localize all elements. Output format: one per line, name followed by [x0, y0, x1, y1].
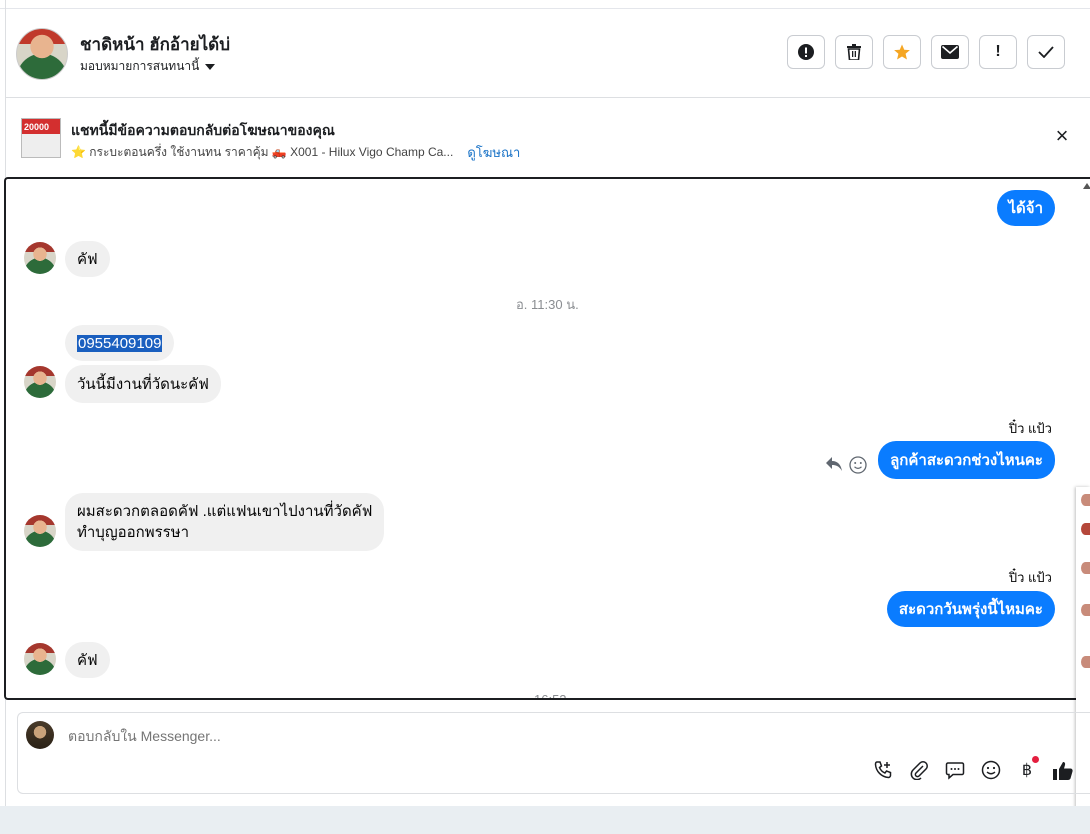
- report-icon: [798, 44, 814, 60]
- done-button[interactable]: [1027, 35, 1065, 69]
- ad-description: ⭐ กระบะตอนครึ่ง ใช้งานทน ราคาคุ้ม 🛻 X001…: [71, 145, 454, 159]
- caret-down-icon: [205, 63, 216, 70]
- emoji-icon[interactable]: [980, 760, 1002, 782]
- contact-avatar[interactable]: [16, 28, 68, 80]
- contact-avatar-small[interactable]: [24, 242, 56, 274]
- ad-banner-subtitle: ⭐ กระบะตอนครึ่ง ใช้งานทน ราคาคุ้ม 🛻 X001…: [71, 142, 520, 163]
- message-thread[interactable]: ได้จ้า คัฟ อ. 11:30 น. 0955409109 วันนี้…: [4, 177, 1090, 700]
- timestamp: อ. 11:30 น.: [516, 297, 579, 312]
- mail-icon: [941, 45, 959, 59]
- message-text: ผมสะดวกตลอดคัฟ .แต่แฟนเขาไปงานที่วัดคัฟ: [77, 503, 373, 520]
- star-button[interactable]: [883, 35, 921, 69]
- message-text-selected: 0955409109: [77, 334, 163, 352]
- close-banner-button[interactable]: ×: [1052, 123, 1072, 148]
- trash-icon: [847, 44, 861, 60]
- message-bubble-incoming[interactable]: 0955409109: [65, 325, 175, 361]
- mini-avatar[interactable]: [1081, 656, 1090, 668]
- message-bubble-outgoing[interactable]: ได้จ้า: [996, 190, 1055, 226]
- message-bubble-incoming[interactable]: คัฟ: [65, 642, 110, 678]
- mini-avatar[interactable]: [1081, 523, 1090, 535]
- ad-thumbnail[interactable]: 20000: [21, 118, 61, 158]
- page-avatar: [26, 721, 54, 749]
- assign-conversation-dropdown[interactable]: มอบหมายการสนทนานี้: [80, 57, 216, 76]
- baht-payment-icon[interactable]: ฿: [1016, 756, 1039, 782]
- message-text: วันนี้มีงานที่วัดนะคัฟ: [77, 376, 209, 393]
- attachment-icon[interactable]: [908, 760, 930, 782]
- like-icon[interactable]: [1052, 760, 1074, 782]
- mini-avatar[interactable]: [1081, 604, 1090, 616]
- notification-dot: [1032, 756, 1039, 763]
- sender-name: ปิ๋ว แป้ว: [1008, 421, 1052, 436]
- scroll-up-arrow[interactable]: [1083, 183, 1090, 189]
- message-text: ลูกค้าสะดวกช่วงไหนคะ: [890, 452, 1043, 469]
- message-text: คัฟ: [77, 251, 98, 268]
- exclamation-icon: !: [995, 43, 1001, 60]
- top-divider: [0, 8, 1090, 9]
- call-icon[interactable]: [872, 760, 894, 782]
- react-emoji-icon[interactable]: [849, 456, 867, 479]
- timestamp: 16:52: [534, 692, 567, 700]
- close-icon: ×: [1055, 123, 1069, 148]
- message-text: สะดวกวันพรุ่งนี้ไหมคะ: [898, 601, 1043, 618]
- mark-unread-button[interactable]: [931, 35, 969, 69]
- message-bubble-outgoing[interactable]: ลูกค้าสะดวกช่วงไหนคะ: [878, 441, 1055, 479]
- contact-avatar-small[interactable]: [24, 515, 56, 547]
- mini-avatar[interactable]: [1081, 494, 1090, 506]
- assign-label: มอบหมายการสนทนานี้: [80, 59, 200, 73]
- header-divider: [6, 97, 1090, 98]
- message-bubble-incoming[interactable]: ผมสะดวกตลอดคัฟ .แต่แฟนเขาไปงานที่วัดคัฟ …: [65, 493, 385, 551]
- message-bubble-outgoing[interactable]: สะดวกวันพรุ่งนี้ไหมคะ: [886, 591, 1055, 627]
- message-text: คัฟ: [77, 652, 98, 669]
- delete-button[interactable]: [835, 35, 873, 69]
- report-button[interactable]: [787, 35, 825, 69]
- message-text: ได้จ้า: [1008, 200, 1044, 217]
- message-bubble-incoming[interactable]: คัฟ: [65, 241, 110, 277]
- star-icon: [894, 44, 910, 60]
- mini-avatar[interactable]: [1081, 562, 1090, 574]
- saved-reply-icon[interactable]: [944, 760, 966, 782]
- view-ad-link[interactable]: ดูโฆษณา: [467, 142, 520, 163]
- contact-name[interactable]: ชาดิหน้า ฮักอ้ายได้บ่: [80, 31, 230, 58]
- check-icon: [1038, 46, 1054, 58]
- sender-name: ปิ๋ว แป้ว: [1008, 570, 1052, 585]
- message-text-line2: ทำบุญออกพรรษา: [77, 524, 190, 541]
- contact-avatar-small[interactable]: [24, 366, 56, 398]
- bottom-bar: [0, 806, 1090, 834]
- flag-button[interactable]: !: [979, 35, 1017, 69]
- reply-input[interactable]: [66, 727, 770, 745]
- contact-avatar-small[interactable]: [24, 643, 56, 675]
- message-bubble-incoming[interactable]: วันนี้มีงานที่วัดนะคัฟ: [65, 365, 221, 403]
- ad-thumb-text: 20000: [24, 122, 50, 132]
- ad-banner-title: แชทนี้มีข้อความตอบกลับต่อโฆษณาของคุณ: [71, 122, 335, 138]
- reply-icon[interactable]: [825, 456, 843, 477]
